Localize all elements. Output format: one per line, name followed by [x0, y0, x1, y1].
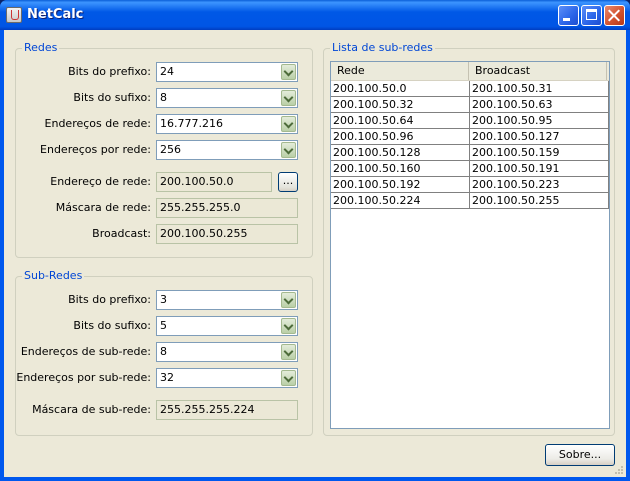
subredes-addresses-value: 8 — [160, 345, 167, 358]
redes-addresses-select[interactable]: 16.777.216 — [156, 114, 298, 134]
subnet-mask-label: Máscara de sub-rede: — [32, 403, 151, 416]
subnet-mask-value: 255.255.255.224 — [160, 403, 255, 416]
browse-button[interactable]: ... — [278, 172, 298, 192]
table-row[interactable]: 200.100.50.96 200.100.50.127 — [331, 129, 609, 145]
java-app-icon — [6, 7, 22, 23]
table-row[interactable]: 200.100.50.64 200.100.50.95 — [331, 113, 609, 129]
cell-rede: 200.100.50.160 — [331, 161, 470, 177]
cell-broadcast: 200.100.50.159 — [470, 145, 609, 161]
maximize-button[interactable] — [581, 5, 602, 26]
chevron-down-icon[interactable] — [281, 344, 296, 360]
subredes-group-title: Sub-Redes — [22, 269, 85, 282]
cell-rede: 200.100.50.32 — [331, 97, 470, 113]
subredes-prefix-value: 3 — [160, 293, 167, 306]
redes-group-title: Redes — [22, 41, 60, 54]
table-row[interactable]: 200.100.50.224 200.100.50.255 — [331, 193, 609, 209]
chevron-down-icon[interactable] — [281, 370, 296, 386]
network-address-value: 200.100.50.0 — [160, 175, 234, 188]
subredes-addresses-label: Endereços de sub-rede: — [20, 345, 151, 358]
title-bar[interactable]: NetCalc — [0, 0, 630, 30]
column-header-rede[interactable]: Rede — [331, 62, 469, 80]
cell-rede: 200.100.50.64 — [331, 113, 470, 129]
subnet-mask-field: 255.255.255.224 — [156, 400, 298, 420]
subredes-addresses-select[interactable]: 8 — [156, 342, 298, 362]
cell-broadcast: 200.100.50.223 — [470, 177, 609, 193]
redes-addresses-label: Endereços de rede: — [44, 117, 151, 130]
cell-rede: 200.100.50.224 — [331, 193, 470, 209]
redes-suffix-select[interactable]: 8 — [156, 88, 298, 108]
maximize-icon — [586, 9, 597, 20]
subredes-group: Sub-Redes Bits do prefixo: 3 Bits do suf… — [15, 269, 313, 436]
subredes-per-subnet-select[interactable]: 32 — [156, 368, 298, 388]
table-row[interactable]: 200.100.50.160 200.100.50.191 — [331, 161, 609, 177]
table-row[interactable]: 200.100.50.32 200.100.50.63 — [331, 97, 609, 113]
cell-broadcast: 200.100.50.95 — [470, 113, 609, 129]
network-address-field: 200.100.50.0 — [156, 172, 272, 192]
cell-broadcast: 200.100.50.191 — [470, 161, 609, 177]
network-mask-field: 255.255.255.0 — [156, 198, 298, 218]
client-area: Redes Bits do prefixo: 24 Bits do sufixo… — [4, 30, 626, 477]
app-window: NetCalc Redes Bits do prefixo: 24 Bits d… — [0, 0, 630, 481]
redes-suffix-value: 8 — [160, 91, 167, 104]
broadcast-value: 200.100.50.255 — [160, 227, 248, 240]
broadcast-field: 200.100.50.255 — [156, 224, 298, 244]
cell-rede: 200.100.50.192 — [331, 177, 470, 193]
table-row[interactable]: 200.100.50.128 200.100.50.159 — [331, 145, 609, 161]
lista-group-title: Lista de sub-redes — [330, 41, 435, 54]
chevron-down-icon[interactable] — [281, 292, 296, 308]
subredes-per-subnet-label: Endereços por sub-rede: — [16, 371, 151, 384]
network-address-label: Endereço de rede: — [50, 175, 151, 188]
resize-grip-icon[interactable] — [614, 465, 624, 475]
redes-per-network-select[interactable]: 256 — [156, 140, 298, 160]
table-header: Rede Broadcast — [331, 62, 609, 81]
redes-prefix-select[interactable]: 24 — [156, 62, 298, 82]
chevron-down-icon[interactable] — [281, 116, 296, 132]
cell-broadcast: 200.100.50.127 — [470, 129, 609, 145]
cell-broadcast: 200.100.50.255 — [470, 193, 609, 209]
network-mask-value: 255.255.255.0 — [160, 201, 241, 214]
subredes-prefix-select[interactable]: 3 — [156, 290, 298, 310]
subredes-per-subnet-value: 32 — [160, 371, 174, 384]
cell-rede: 200.100.50.96 — [331, 129, 470, 145]
broadcast-label: Broadcast: — [92, 227, 151, 240]
cell-broadcast: 200.100.50.31 — [470, 81, 609, 97]
chevron-down-icon[interactable] — [281, 90, 296, 106]
column-header-broadcast[interactable]: Broadcast — [469, 62, 607, 80]
subredes-suffix-label: Bits do sufixo: — [73, 319, 151, 332]
network-mask-label: Máscara de rede: — [55, 201, 151, 214]
chevron-down-icon[interactable] — [281, 142, 296, 158]
sobre-button[interactable]: Sobre... — [545, 444, 615, 466]
subnet-table[interactable]: Rede Broadcast 200.100.50.0 200.100.50.3… — [330, 61, 610, 429]
cell-rede: 200.100.50.0 — [331, 81, 470, 97]
close-button[interactable] — [604, 5, 625, 26]
redes-prefix-label: Bits do prefixo: — [68, 65, 151, 78]
subredes-suffix-value: 5 — [160, 319, 167, 332]
chevron-down-icon[interactable] — [281, 318, 296, 334]
table-row[interactable]: 200.100.50.0 200.100.50.31 — [331, 81, 609, 97]
redes-per-network-label: Endereços por rede: — [40, 143, 151, 156]
minimize-icon — [563, 18, 570, 21]
redes-addresses-value: 16.777.216 — [160, 117, 223, 130]
redes-group: Redes Bits do prefixo: 24 Bits do sufixo… — [15, 41, 313, 258]
window-title: NetCalc — [27, 7, 84, 22]
chevron-down-icon[interactable] — [281, 64, 296, 80]
cell-rede: 200.100.50.128 — [331, 145, 470, 161]
redes-suffix-label: Bits do sufixo: — [73, 91, 151, 104]
redes-per-network-value: 256 — [160, 143, 181, 156]
cell-broadcast: 200.100.50.63 — [470, 97, 609, 113]
table-row[interactable]: 200.100.50.192 200.100.50.223 — [331, 177, 609, 193]
subredes-suffix-select[interactable]: 5 — [156, 316, 298, 336]
subredes-prefix-label: Bits do prefixo: — [68, 293, 151, 306]
redes-prefix-value: 24 — [160, 65, 174, 78]
minimize-button[interactable] — [558, 5, 579, 26]
